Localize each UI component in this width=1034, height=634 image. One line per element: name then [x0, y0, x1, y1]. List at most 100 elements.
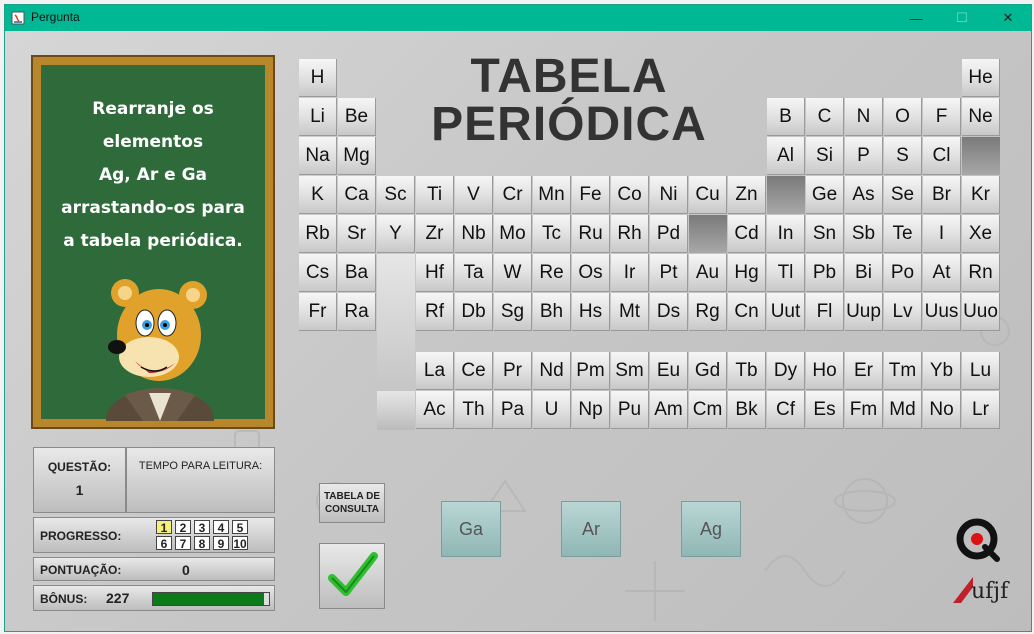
- element-cell-tl: Tl: [767, 254, 805, 292]
- confirm-button[interactable]: [319, 543, 385, 609]
- element-cell-rg: Rg: [689, 293, 727, 331]
- element-cell-es: Es: [806, 391, 844, 429]
- element-cell-w: W: [494, 254, 532, 292]
- draggable-element-ar[interactable]: Ar: [561, 501, 621, 557]
- element-cell-nd: Nd: [533, 352, 571, 390]
- element-cell-cs: Cs: [299, 254, 337, 292]
- element-cell-s: S: [884, 137, 922, 175]
- progress-step: 2: [175, 520, 191, 535]
- consult-table-button[interactable]: TABELA DE CONSULTA: [319, 483, 385, 523]
- question-label: QUESTÃO:: [47, 460, 112, 474]
- score-panel: PONTUAÇÃO: 0: [33, 557, 275, 581]
- progress-step: 10: [232, 536, 248, 551]
- element-cell-cl: Cl: [923, 137, 961, 175]
- element-cell-cn: Cn: [728, 293, 766, 331]
- element-cell-gd: Gd: [689, 352, 727, 390]
- progress-step: 5: [232, 520, 248, 535]
- bonus-panel: BÔNUS: 227: [33, 585, 275, 611]
- progress-panel: PROGRESSO: 1 2 3 4 5 6 7 8 9 10: [33, 517, 275, 553]
- progress-step: 8: [194, 536, 210, 551]
- progress-step: 6: [156, 536, 172, 551]
- title-line-2: PERIÓDICA: [431, 98, 707, 151]
- element-cell-cm: Cm: [689, 391, 727, 429]
- maximize-button[interactable]: ☐: [939, 5, 985, 31]
- element-cell-md: Md: [884, 391, 922, 429]
- element-cell-er: Er: [845, 352, 883, 390]
- element-cell-pu: Pu: [611, 391, 649, 429]
- element-cell-ge: Ge: [806, 176, 844, 214]
- ufjf-logo: ufjf: [953, 571, 1013, 611]
- element-cell-te: Te: [884, 215, 922, 253]
- logo-icon: [956, 518, 1000, 562]
- element-cell-yb: Yb: [923, 352, 961, 390]
- element-cell-hs: Hs: [572, 293, 610, 331]
- element-cell-n: N: [845, 98, 883, 136]
- element-cell-sm: Sm: [611, 352, 649, 390]
- element-cell-v: V: [455, 176, 493, 214]
- element-cell-y: Y: [377, 215, 415, 253]
- element-cell-ba: Ba: [338, 254, 376, 292]
- element-cell-po: Po: [884, 254, 922, 292]
- title-bar[interactable]: Pergunta — ☐ ✕: [5, 5, 1031, 31]
- title-line-1: TABELA: [470, 50, 668, 103]
- element-cell-uuo: Uuo: [962, 293, 1000, 331]
- element-cell-co: Co: [611, 176, 649, 214]
- element-cell-sr: Sr: [338, 215, 376, 253]
- element-cell-uut: Uut: [767, 293, 805, 331]
- element-cell-xe: Xe: [962, 215, 1000, 253]
- element-cell-se: Se: [884, 176, 922, 214]
- element-cell-fl: Fl: [806, 293, 844, 331]
- element-cell-rn: Rn: [962, 254, 1000, 292]
- element-cell-f: F: [923, 98, 961, 136]
- element-cell-db: Db: [455, 293, 493, 331]
- element-cell-fr: Fr: [299, 293, 337, 331]
- element-cell-kr: Kr: [962, 176, 1000, 214]
- progress-step: 9: [213, 536, 229, 551]
- element-cell-fm: Fm: [845, 391, 883, 429]
- drop-slot-ar[interactable]: [962, 137, 1000, 175]
- element-cell-in: In: [767, 215, 805, 253]
- element-cell-as: As: [845, 176, 883, 214]
- element-cell-sb: Sb: [845, 215, 883, 253]
- draggable-element-ga[interactable]: Ga: [441, 501, 501, 557]
- element-cell-ds: Ds: [650, 293, 688, 331]
- element-cell-pr: Pr: [494, 352, 532, 390]
- element-cell-mo: Mo: [494, 215, 532, 253]
- element-cell-sc: Sc: [377, 176, 415, 214]
- element-cell-b: B: [767, 98, 805, 136]
- bear-mascot-illustration: [106, 279, 214, 421]
- draggable-element-ag[interactable]: Ag: [681, 501, 741, 557]
- close-button[interactable]: ✕: [985, 5, 1031, 31]
- check-icon: [328, 552, 378, 596]
- element-cell-at: At: [923, 254, 961, 292]
- chalkboard-surface: Rearranje os elementos Ag, Ar e Ga arras…: [41, 65, 265, 421]
- element-cell-cd: Cd: [728, 215, 766, 253]
- progress-step: 3: [194, 520, 210, 535]
- element-cell-p: P: [845, 137, 883, 175]
- element-cell-sn: Sn: [806, 215, 844, 253]
- element-cell-fe: Fe: [572, 176, 610, 214]
- element-cell-re: Re: [533, 254, 571, 292]
- minimize-button[interactable]: —: [893, 5, 939, 31]
- element-cell-th: Th: [455, 391, 493, 429]
- element-cell-uup: Uup: [845, 293, 883, 331]
- element-cell-no: No: [923, 391, 961, 429]
- element-cell-h: H: [299, 59, 337, 97]
- score-value: 0: [182, 562, 190, 578]
- drop-slot-ga[interactable]: [767, 176, 805, 214]
- element-cell-uus: Uus: [923, 293, 961, 331]
- element-cell-rf: Rf: [416, 293, 454, 331]
- drop-slot-ag[interactable]: [689, 215, 727, 253]
- element-cell-u: U: [533, 391, 571, 429]
- element-cell-hf: Hf: [416, 254, 454, 292]
- window-title: Pergunta: [31, 10, 80, 24]
- element-cell-o: O: [884, 98, 922, 136]
- progress-step: 4: [213, 520, 229, 535]
- bonus-label: BÔNUS:: [40, 592, 88, 606]
- ufjf-arrow-icon: [953, 577, 973, 603]
- element-cell-pa: Pa: [494, 391, 532, 429]
- element-cell-pb: Pb: [806, 254, 844, 292]
- progress-label: PROGRESSO:: [40, 529, 122, 543]
- element-cell-sg: Sg: [494, 293, 532, 331]
- element-cell-ta: Ta: [455, 254, 493, 292]
